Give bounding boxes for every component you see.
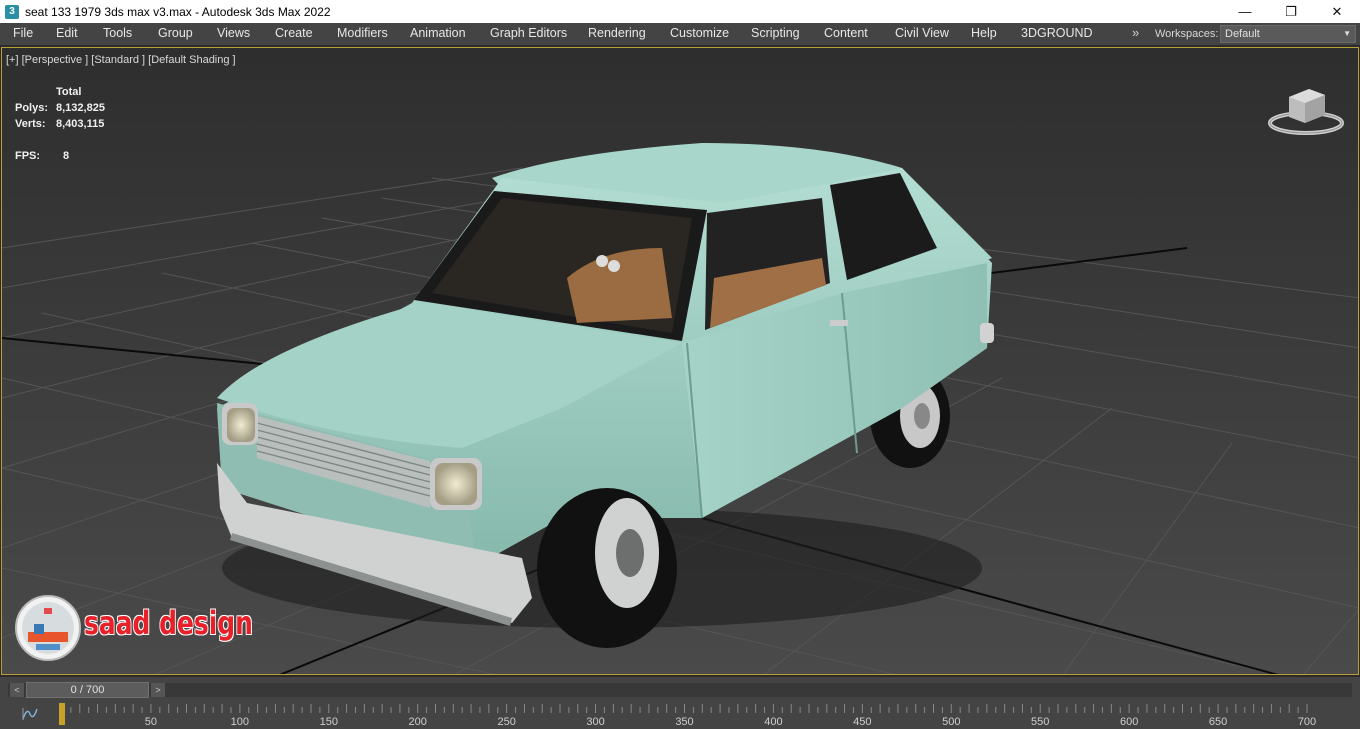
restore-icon: ❐ [1285,3,1297,19]
workspace-value: Default [1225,28,1260,40]
close-button[interactable]: ✕ [1314,0,1360,23]
restore-button[interactable]: ❐ [1268,0,1314,23]
chevron-left-icon: < [14,685,20,695]
chevron-right-icon: > [155,685,161,695]
time-slider-track[interactable] [8,683,1352,697]
menu-bar: » Workspaces: File Edit Tools Group Views Cre… [0,23,1360,45]
timeline-tick-label: 500 [942,716,960,728]
menu-file[interactable]: File [13,26,33,40]
timeline-tick-label: 150 [320,716,338,728]
viewcube-icon[interactable] [1267,85,1345,135]
timeline-tick-label: 200 [409,716,427,728]
stats-total-header: Total [56,86,82,98]
time-slider-thumb[interactable]: 0 / 700 [26,682,149,698]
menu-customize[interactable]: Customize [670,26,729,40]
fps-label: FPS: [15,150,41,162]
menu-graph-editors[interactable]: Graph Editors [490,26,567,40]
workspace-select[interactable]: Default ▼ [1220,25,1356,43]
timeline-tick-label: 300 [586,716,604,728]
timeline-tick-label: 400 [764,716,782,728]
timeline-tick-label: 700 [1298,716,1316,728]
timeline-tick-label: 100 [231,716,249,728]
menu-views[interactable]: Views [217,26,250,40]
menu-edit[interactable]: Edit [56,26,78,40]
title-bar: 3 seat 133 1979 3ds max v3.max - Autodes… [0,0,1360,23]
menu-help[interactable]: Help [971,26,997,40]
window-controls: — ❐ ✕ [1222,0,1360,23]
watermark-text: saad design [84,604,253,642]
menu-3dground[interactable]: 3DGROUND [1021,26,1093,40]
scene-canvas [2,48,1358,674]
viewport-label[interactable]: [+] [Perspective ] [Standard ] [Default … [6,54,236,66]
menu-scripting[interactable]: Scripting [751,26,800,40]
timeline-tick-label: 250 [497,716,515,728]
timeline-tick-label: 350 [675,716,693,728]
timeline-tick-label: 650 [1209,716,1227,728]
menu-rendering[interactable]: Rendering [588,26,646,40]
window-title: seat 133 1979 3ds max v3.max - Autodesk … [25,4,331,19]
next-frame-button[interactable]: > [151,683,165,697]
timeline-tick-label: 550 [1031,716,1049,728]
menu-create[interactable]: Create [275,26,313,40]
timeline-tick-label: 450 [853,716,871,728]
stats-overlay: Total Polys: 8,132,825 Verts: 8,403,115 FP… [15,84,105,164]
minimize-icon: — [1238,4,1252,19]
3dsmax-app-icon[interactable]: 3 [5,4,19,19]
verts-label: Verts: [15,118,46,130]
watermark-logo-icon [15,595,81,661]
polys-value: 8,132,825 [56,102,105,114]
fps-value: 8 [63,150,70,162]
verts-value: 8,403,115 [56,118,105,130]
polys-label: Polys: [15,102,49,114]
menu-overflow-icon[interactable]: » [1132,25,1139,40]
menu-modifiers[interactable]: Modifiers [337,26,388,40]
menu-animation[interactable]: Animation [410,26,466,40]
menu-content[interactable]: Content [824,26,868,40]
timeline-ruler[interactable]: 50 100 150 200 250 300 350 400 450 500 550 600 650 70… [0,701,1360,729]
minimize-button[interactable]: — [1222,0,1268,23]
watermark: saad design [14,594,253,667]
menu-group[interactable]: Group [158,26,193,40]
menu-civil-view[interactable]: Civil View [895,26,949,40]
time-slider-bar: < 0 / 700 > 50 100 150 200 250 300 350 400 450 50… [0,677,1360,729]
perspective-viewport[interactable]: [+] [Perspective ] [Standard ] [Default … [1,47,1359,675]
prev-frame-button[interactable]: < [10,683,24,697]
menu-tools[interactable]: Tools [103,26,132,40]
timeline-tick-label: 600 [1120,716,1138,728]
timeline-tick-label: 50 [145,716,157,728]
close-icon: ✕ [1331,3,1343,19]
workspaces-label: Workspaces: [1155,28,1219,40]
chevron-down-icon: ▼ [1343,29,1351,38]
current-frame-marker[interactable] [59,703,65,725]
